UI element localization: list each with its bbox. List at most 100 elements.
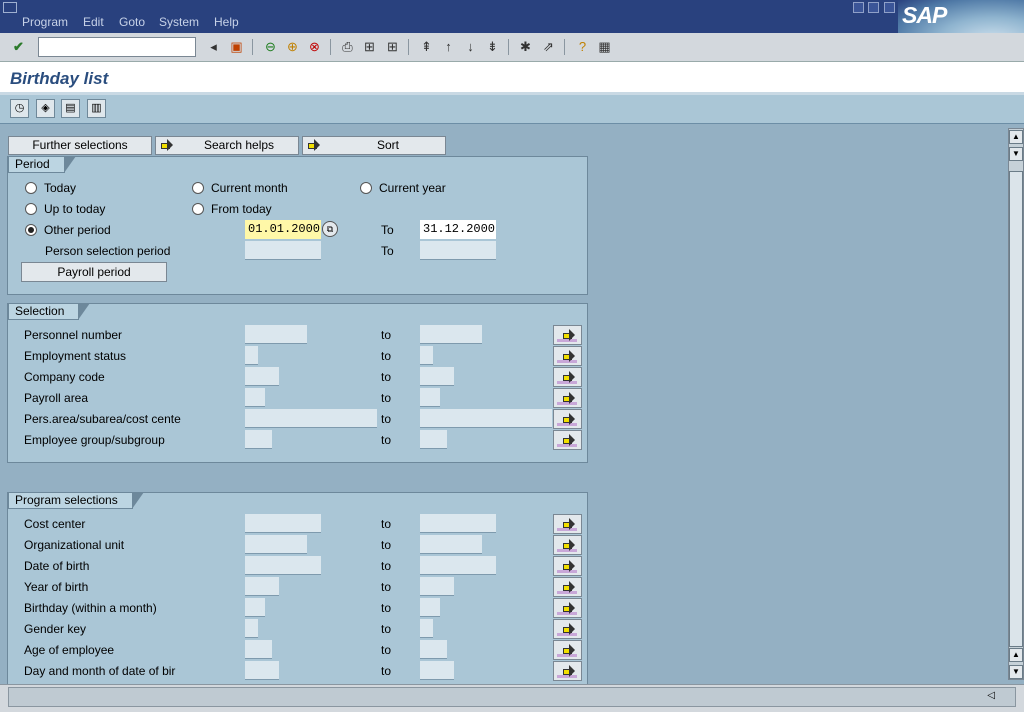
scroll-page-up-icon[interactable]: ▼: [1009, 147, 1023, 161]
vertical-scrollbar[interactable]: ▲ ▼ ▲ ▼: [1008, 128, 1024, 680]
menu-help[interactable]: Help: [214, 15, 239, 29]
menu-system[interactable]: System: [159, 15, 199, 29]
cancel-icon[interactable]: ⊗: [306, 38, 323, 55]
radio-current-month[interactable]: [192, 182, 204, 194]
label-to: to: [381, 349, 392, 363]
from-field[interactable]: [245, 535, 307, 554]
multiple-selection-button[interactable]: [553, 619, 582, 639]
layout-icon[interactable]: ▦: [596, 38, 613, 55]
find-next-icon[interactable]: ⊞: [384, 38, 401, 55]
execute-icon[interactable]: ◷: [10, 99, 29, 118]
from-field[interactable]: [245, 514, 321, 533]
last-page-icon[interactable]: ⇟: [484, 38, 501, 55]
from-field[interactable]: [245, 346, 258, 365]
radio-up-to-today[interactable]: [25, 203, 37, 215]
to-field[interactable]: [420, 325, 482, 344]
separator: [508, 39, 509, 55]
to-field[interactable]: [420, 577, 454, 596]
to-field[interactable]: [420, 346, 433, 365]
from-field[interactable]: [245, 430, 272, 449]
from-field[interactable]: [245, 388, 265, 407]
scroll-down-icon[interactable]: ▼: [1009, 665, 1023, 679]
multiple-selection-button[interactable]: [553, 367, 582, 387]
to-field[interactable]: [420, 535, 482, 554]
find-icon[interactable]: ⊞: [361, 38, 378, 55]
multiple-selection-button[interactable]: [553, 388, 582, 408]
title-area: Birthday list: [0, 62, 1024, 95]
command-field[interactable]: [38, 37, 196, 57]
from-field[interactable]: [245, 577, 279, 596]
from-field[interactable]: [245, 409, 377, 428]
multiple-selection-button[interactable]: [553, 577, 582, 597]
to-field[interactable]: [420, 514, 496, 533]
green-back-icon[interactable]: ⊖: [262, 38, 279, 55]
scroll-up-icon[interactable]: ▲: [1009, 130, 1023, 144]
multiple-selection-button[interactable]: [553, 514, 582, 534]
from-field[interactable]: [245, 367, 279, 386]
radio-other-period[interactable]: [25, 224, 37, 236]
exit-icon[interactable]: ⊕: [284, 38, 301, 55]
other-period-from-field[interactable]: 01.01.2000: [245, 220, 321, 239]
multiple-selection-button[interactable]: [553, 325, 582, 345]
to-field[interactable]: [420, 367, 454, 386]
status-toggle-icon[interactable]: ◁: [987, 690, 995, 701]
from-field[interactable]: [245, 640, 272, 659]
payroll-period-button[interactable]: Payroll period: [21, 262, 167, 282]
calendar-help-icon[interactable]: ⧉: [322, 221, 338, 237]
menu-edit[interactable]: Edit: [83, 15, 104, 29]
multiple-selection-button[interactable]: [553, 640, 582, 660]
from-field[interactable]: [245, 661, 279, 680]
to-field[interactable]: [420, 556, 496, 575]
maximize-icon[interactable]: [868, 2, 879, 13]
prev-page-icon[interactable]: ↑: [440, 38, 457, 55]
arrow-icon: [161, 139, 173, 151]
save-icon[interactable]: ▣: [228, 38, 245, 55]
from-field[interactable]: [245, 598, 265, 617]
person-selection-from-field[interactable]: [245, 241, 321, 260]
selection-options-icon[interactable]: ▥: [87, 99, 106, 118]
create-session-icon[interactable]: ✱: [517, 38, 534, 55]
check-icon[interactable]: ✔: [10, 38, 27, 55]
close-icon[interactable]: [884, 2, 895, 13]
multiple-selection-button[interactable]: [553, 430, 582, 450]
save-variant-icon[interactable]: ▤: [61, 99, 80, 118]
radio-current-year[interactable]: [360, 182, 372, 194]
print-icon[interactable]: ⎙: [339, 38, 356, 55]
multiple-selection-button[interactable]: [553, 661, 582, 681]
from-field[interactable]: [245, 325, 307, 344]
multiple-selection-icon: [563, 392, 575, 404]
to-field[interactable]: [420, 430, 447, 449]
sort-button[interactable]: Sort: [302, 136, 446, 155]
radio-from-today[interactable]: [192, 203, 204, 215]
multiple-selection-button[interactable]: [553, 598, 582, 618]
to-field[interactable]: [420, 409, 552, 428]
to-field[interactable]: [420, 598, 440, 617]
minimize-icon[interactable]: [853, 2, 864, 13]
multiple-selection-button[interactable]: [553, 409, 582, 429]
multiple-selection-button[interactable]: [553, 346, 582, 366]
system-menu-icon[interactable]: [3, 2, 17, 13]
to-field[interactable]: [420, 661, 454, 680]
to-field[interactable]: [420, 619, 433, 638]
multiple-selection-button[interactable]: [553, 556, 582, 576]
multiple-selection-button[interactable]: [553, 535, 582, 555]
menu-goto[interactable]: Goto: [119, 15, 145, 29]
shortcut-icon[interactable]: ⇗: [540, 38, 557, 55]
from-field[interactable]: [245, 556, 321, 575]
further-selections-button[interactable]: Further selections: [8, 136, 152, 155]
get-variant-icon[interactable]: ◈: [36, 99, 55, 118]
scroll-page-down-icon[interactable]: ▲: [1009, 648, 1023, 662]
search-helps-button[interactable]: Search helps: [155, 136, 299, 155]
radio-today[interactable]: [25, 182, 37, 194]
help-icon[interactable]: ?: [574, 38, 591, 55]
other-period-to-field[interactable]: 31.12.2000: [420, 220, 496, 239]
person-selection-to-field[interactable]: [420, 241, 496, 260]
first-page-icon[interactable]: ⇞: [418, 38, 435, 55]
back-icon[interactable]: ◂: [205, 38, 222, 55]
to-field[interactable]: [420, 388, 440, 407]
scroll-thumb[interactable]: [1009, 171, 1023, 647]
to-field[interactable]: [420, 640, 447, 659]
menu-program[interactable]: Program: [22, 15, 68, 29]
from-field[interactable]: [245, 619, 258, 638]
next-page-icon[interactable]: ↓: [462, 38, 479, 55]
